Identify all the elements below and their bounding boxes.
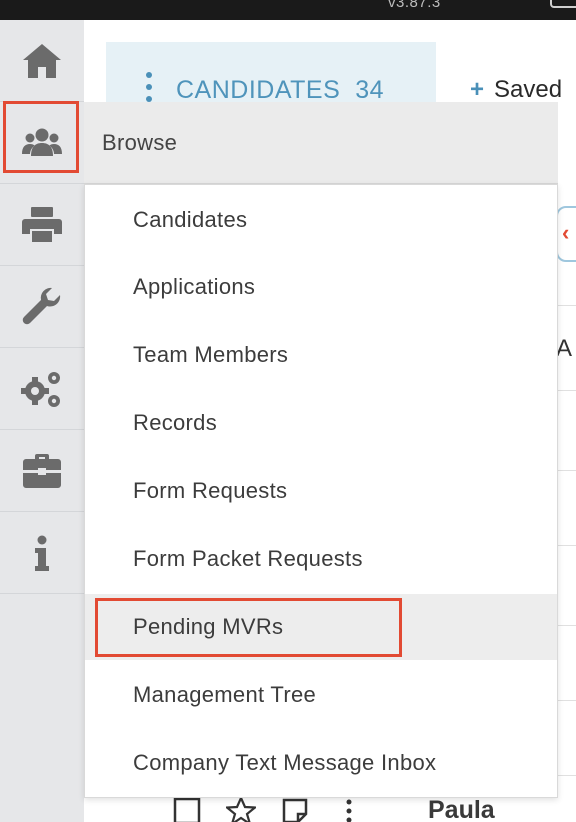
candidate-name[interactable]: Paula — [428, 796, 495, 822]
candidates-count: 34 — [355, 76, 384, 104]
status-bar: v3.87.3 — [0, 0, 576, 20]
plus-icon: + — [470, 76, 485, 103]
flyout-title: Browse — [102, 130, 178, 155]
menu-item-form-packet-requests[interactable]: Form Packet Requests — [85, 526, 557, 592]
collapse-button[interactable]: ‹ — [556, 206, 576, 262]
candidates-title: CANDIDATES 34 — [176, 76, 384, 104]
sidebar-item-jobs[interactable] — [0, 430, 84, 512]
divider — [556, 305, 576, 306]
sidebar-item-info[interactable] — [0, 512, 84, 594]
checkbox-icon[interactable] — [172, 796, 202, 822]
browse-menu: Candidates Applications Team Members Rec… — [84, 184, 558, 798]
sidebar-item-users[interactable] — [0, 102, 84, 184]
wrench-icon — [22, 287, 61, 324]
home-icon — [23, 43, 61, 78]
divider — [556, 700, 576, 701]
gears-icon — [21, 371, 60, 407]
column-header-peek: A — [556, 335, 573, 362]
version-label: v3.87.3 — [388, 0, 441, 11]
chevron-left-icon: ‹ — [562, 220, 570, 245]
battery-icon — [550, 0, 576, 8]
kebab-menu-icon[interactable] — [146, 72, 154, 106]
briefcase-icon — [23, 453, 61, 488]
menu-item-team-members[interactable]: Team Members — [85, 322, 557, 388]
divider — [556, 390, 576, 391]
divider — [556, 775, 576, 776]
users-icon — [22, 128, 62, 156]
menu-item-records[interactable]: Records — [85, 390, 557, 456]
sidebar-item-print[interactable] — [0, 184, 84, 266]
info-icon — [35, 535, 49, 571]
menu-item-form-requests[interactable]: Form Requests — [85, 458, 557, 524]
menu-item-pending-mvrs[interactable]: Pending MVRs — [85, 594, 557, 660]
menu-item-company-text-message-inbox[interactable]: Company Text Message Inbox — [85, 730, 557, 796]
sidebar-item-settings[interactable] — [0, 348, 84, 430]
sidebar — [0, 20, 84, 822]
star-icon[interactable] — [226, 796, 256, 822]
divider — [556, 470, 576, 471]
flyout-header: Browse — [84, 102, 558, 184]
saved-button[interactable]: + Saved — [470, 76, 562, 104]
sidebar-item-tools[interactable] — [0, 266, 84, 348]
sidebar-item-home[interactable] — [0, 20, 84, 102]
menu-item-applications[interactable]: Applications — [85, 254, 557, 320]
row-actions — [172, 796, 364, 822]
more-vertical-icon[interactable] — [334, 796, 364, 822]
printer-icon — [22, 206, 62, 242]
note-icon[interactable] — [280, 796, 310, 822]
menu-item-management-tree[interactable]: Management Tree — [85, 662, 557, 728]
divider — [556, 625, 576, 626]
menu-item-candidates[interactable]: Candidates — [85, 187, 557, 253]
divider — [556, 545, 576, 546]
